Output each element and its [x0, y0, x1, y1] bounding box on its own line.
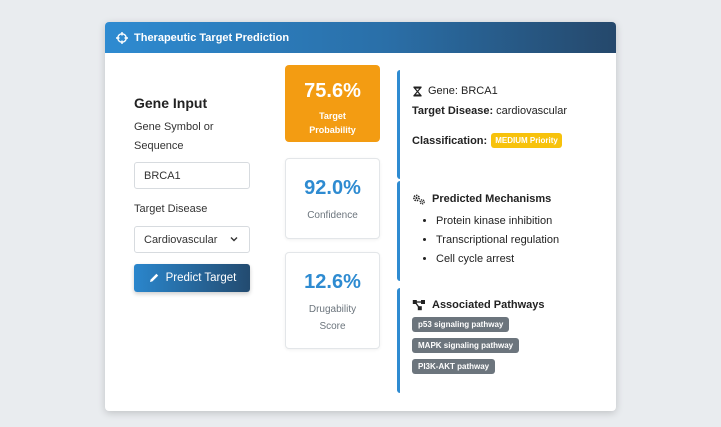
target-probability-metric: 75.6% Target Probability	[285, 65, 380, 142]
chevron-down-icon	[229, 234, 239, 244]
pathway-badge: PI3K-AKT pathway	[412, 359, 496, 374]
list-item: Transcriptional regulation	[436, 231, 602, 250]
prediction-card: Therapeutic Target Prediction Gene Input…	[105, 22, 616, 411]
target-disease-value: Cardiovascular	[144, 234, 218, 246]
predict-target-button[interactable]: Predict Target	[134, 264, 250, 292]
list-item: Protein kinase inhibition	[436, 212, 602, 231]
target-disease-label: Target Disease	[134, 203, 208, 215]
confidence-metric: 92.0% Confidence	[285, 158, 380, 239]
classification-row: Classification: MEDIUM Priority	[412, 133, 602, 148]
crosshair-icon	[116, 31, 128, 44]
mechanisms-title-row: Predicted Mechanisms	[412, 193, 602, 205]
card-title: Therapeutic Target Prediction	[134, 31, 290, 44]
mechanisms-title: Predicted Mechanisms	[432, 193, 552, 205]
metric-value: 92.0%	[304, 177, 361, 199]
pathway-list: p53 signaling pathway MAPK signaling pat…	[412, 317, 602, 374]
gene-symbol-label: Gene Symbol or Sequence	[134, 121, 214, 152]
metric-value: 12.6%	[304, 271, 361, 293]
disease-value: cardiovascular	[496, 105, 568, 117]
drugability-metric: 12.6% Drugability Score	[285, 252, 380, 349]
metric-label: Target Probability	[309, 111, 356, 135]
gene-text: Gene: BRCA1	[428, 85, 498, 97]
network-icon	[412, 299, 426, 311]
list-item: Cell cycle arrest	[436, 250, 602, 269]
disease-row: Target Disease: cardiovascular	[412, 105, 602, 117]
predict-target-label: Predict Target	[165, 272, 237, 284]
metric-label: Drugability Score	[308, 304, 357, 332]
gene-symbol-input[interactable]: BRCA1	[134, 162, 250, 189]
gene-input-title: Gene Input	[134, 95, 208, 111]
metric-value: 75.6%	[304, 80, 361, 102]
pathways-section: Associated Pathways p53 signaling pathwa…	[397, 288, 602, 393]
target-info-section: Gene: BRCA1 Target Disease: cardiovascul…	[397, 70, 602, 179]
metric-label: Confidence	[307, 210, 358, 221]
priority-badge: MEDIUM Priority	[491, 133, 562, 148]
hourglass-icon	[412, 86, 423, 97]
mechanisms-section: Predicted Mechanisms Protein kinase inhi…	[397, 181, 602, 281]
pathway-badge: p53 signaling pathway	[412, 317, 510, 332]
card-header: Therapeutic Target Prediction	[105, 22, 616, 53]
classification-label: Classification:	[412, 134, 488, 147]
pathways-title: Associated Pathways	[432, 299, 545, 311]
disease-label: Target Disease:	[412, 105, 494, 117]
target-disease-select[interactable]: Cardiovascular	[134, 226, 250, 253]
pathways-title-row: Associated Pathways	[412, 299, 602, 311]
pathway-badge: MAPK signaling pathway	[412, 338, 520, 353]
pencil-icon	[148, 272, 160, 284]
gene-row: Gene: BRCA1	[412, 85, 602, 97]
mechanism-list: Protein kinase inhibition Transcriptiona…	[412, 212, 602, 269]
gears-icon	[412, 193, 426, 205]
